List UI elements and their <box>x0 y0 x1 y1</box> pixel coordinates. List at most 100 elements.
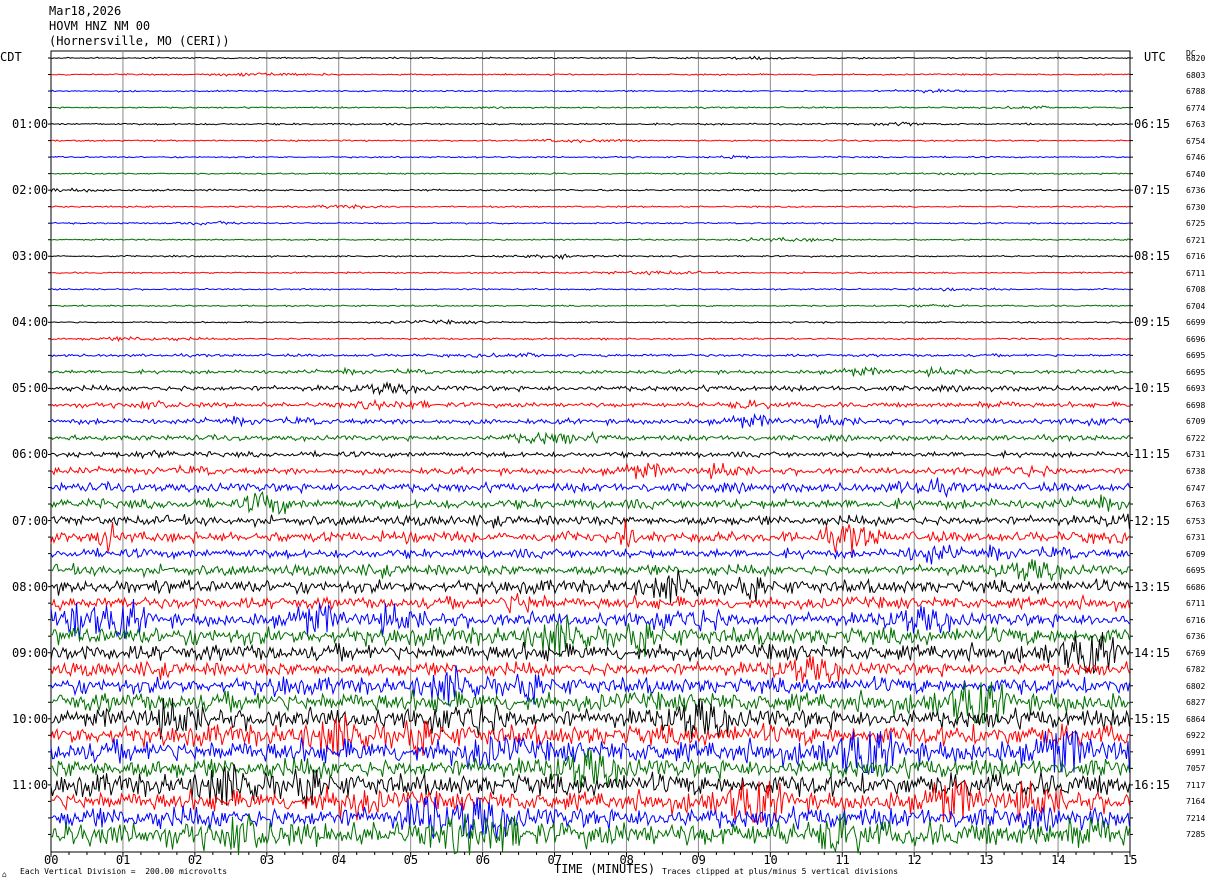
dc-offset-label: 6708 <box>1186 285 1206 295</box>
left-time-label: 05:00 <box>12 381 49 396</box>
left-time-label: 08:00 <box>12 579 49 594</box>
dc-offset-label: 6827 <box>1186 698 1206 708</box>
dc-offset-label: 6788 <box>1186 87 1206 97</box>
seismic-trace-line <box>50 462 1130 480</box>
dc-offset-label: 6769 <box>1186 648 1206 658</box>
seismic-trace-line <box>50 220 1130 226</box>
dc-offset-label: 6730 <box>1186 202 1206 212</box>
dc-offset-label: 6716 <box>1186 615 1206 625</box>
dc-offset-label: 6698 <box>1186 400 1206 410</box>
dc-offset-label: 6740 <box>1186 169 1206 179</box>
seismic-trace-line <box>50 544 1130 565</box>
dc-offset-label: 6763 <box>1186 500 1206 510</box>
dc-offset-label: 6820 <box>1186 54 1206 63</box>
dc-offset-label: 7057 <box>1186 764 1206 774</box>
dc-offset-label: 6763 <box>1186 120 1206 130</box>
dc-offset-label: 6736 <box>1186 186 1206 196</box>
seismic-trace-line <box>51 154 1130 160</box>
scale-note: Each Vertical Division = 200.00 microvol… <box>20 867 228 876</box>
x-axis-title: TIME (MINUTES) <box>554 862 656 876</box>
seismic-trace-line <box>50 655 1130 684</box>
seismic-trace-line <box>50 88 1130 94</box>
dc-offset-label: 6695 <box>1186 351 1206 361</box>
right-time-label: 09:15 <box>1134 315 1171 330</box>
right-time-label: 08:15 <box>1134 249 1171 264</box>
seismic-traces <box>50 55 1130 856</box>
dc-offset-label: 6696 <box>1186 334 1206 344</box>
x-tick-label: 11 <box>835 853 850 867</box>
dc-offset-label: 6753 <box>1186 516 1206 526</box>
dc-offset-label: 6774 <box>1186 103 1206 113</box>
dc-offset-label: 6716 <box>1186 252 1206 262</box>
seismic-trace-line <box>50 138 1130 144</box>
seismic-trace-line <box>50 303 1130 308</box>
x-tick-label: 10 <box>763 853 778 867</box>
dc-offset-label: 6704 <box>1186 301 1206 311</box>
left-time-label: 07:00 <box>12 513 49 528</box>
x-tick-label: 06 <box>475 853 491 867</box>
left-time-label: 01:00 <box>12 117 49 132</box>
left-time-label: 06:00 <box>12 447 49 462</box>
dc-offset-label: 6711 <box>1186 599 1206 609</box>
seismic-trace-line <box>50 187 1130 193</box>
seismic-trace-line <box>50 559 1130 581</box>
seismic-trace-line <box>50 681 1130 725</box>
dc-offset-label: 6738 <box>1186 467 1206 476</box>
x-tick-label: 13 <box>979 853 994 867</box>
dc-offset-label: 6747 <box>1186 483 1206 493</box>
dc-offset-label: 7117 <box>1186 780 1206 790</box>
seismic-trace-line <box>50 477 1130 499</box>
seismic-trace-line <box>51 105 1130 110</box>
x-tick-label: 00 <box>44 853 59 867</box>
dc-offset-label: 6782 <box>1186 665 1206 675</box>
seismic-trace-line <box>50 203 1130 210</box>
dc-offset-label: 7214 <box>1186 813 1206 823</box>
helicorder-plot <box>48 50 1133 857</box>
seismic-trace-line <box>50 380 1130 396</box>
right-time-label: 07:15 <box>1134 183 1171 198</box>
x-tick-label: 14 <box>1051 853 1066 867</box>
left-time-label: 11:00 <box>12 777 49 792</box>
dc-offset-label: 6711 <box>1186 268 1206 278</box>
seismic-trace-line <box>51 270 1130 276</box>
x-tick-label: 01 <box>115 853 131 867</box>
seismic-trace-line <box>50 813 1130 856</box>
dc-offset-label: 6725 <box>1186 219 1206 229</box>
dc-offset-label: 6754 <box>1186 136 1206 146</box>
dc-offset-label: 6991 <box>1186 747 1206 757</box>
left-time-label: 03:00 <box>12 249 49 264</box>
plot-grid <box>50 50 1131 853</box>
x-tick-label: 03 <box>259 853 275 867</box>
seismic-trace-line <box>50 398 1130 412</box>
right-time-label: 16:15 <box>1134 777 1171 792</box>
dc-offset-label: 7285 <box>1186 830 1206 840</box>
right-time-label: 15:15 <box>1134 711 1171 726</box>
dc-offset-label: 6709 <box>1186 549 1206 559</box>
right-time-label: 13:15 <box>1134 579 1171 594</box>
seismic-trace-line <box>50 490 1130 516</box>
right-time-label: 12:15 <box>1134 513 1171 528</box>
dc-offset-label: 6722 <box>1186 433 1206 443</box>
seismic-trace-line <box>50 253 1130 261</box>
left-time-label: 09:00 <box>12 645 49 660</box>
dc-offset-label: 6802 <box>1186 681 1206 691</box>
seismic-trace-line <box>50 413 1130 429</box>
dc-offset-label: 6731 <box>1186 533 1206 543</box>
seismic-trace-line <box>50 569 1130 603</box>
dc-offset-label: 6803 <box>1186 70 1206 80</box>
seismic-trace-line <box>50 318 1130 326</box>
seismic-trace-line <box>50 287 1130 292</box>
right-time-label: 10:15 <box>1134 381 1171 396</box>
seismic-trace-line <box>50 519 1130 554</box>
dc-offset-label: 6721 <box>1186 235 1206 245</box>
seismic-trace-line <box>50 172 1130 176</box>
seismic-trace-line <box>50 430 1130 445</box>
dc-offset-label: 6693 <box>1186 384 1206 394</box>
dc-offset-label: 7164 <box>1186 797 1206 807</box>
left-time-label: 02:00 <box>12 183 49 198</box>
left-time-label: 10:00 <box>12 711 49 726</box>
clip-note: Traces clipped at plus/minus 5 vertical … <box>662 867 899 876</box>
plot-frame <box>50 50 1131 853</box>
dc-offset-label: 6736 <box>1186 632 1206 642</box>
seismic-trace-line <box>50 121 1130 127</box>
